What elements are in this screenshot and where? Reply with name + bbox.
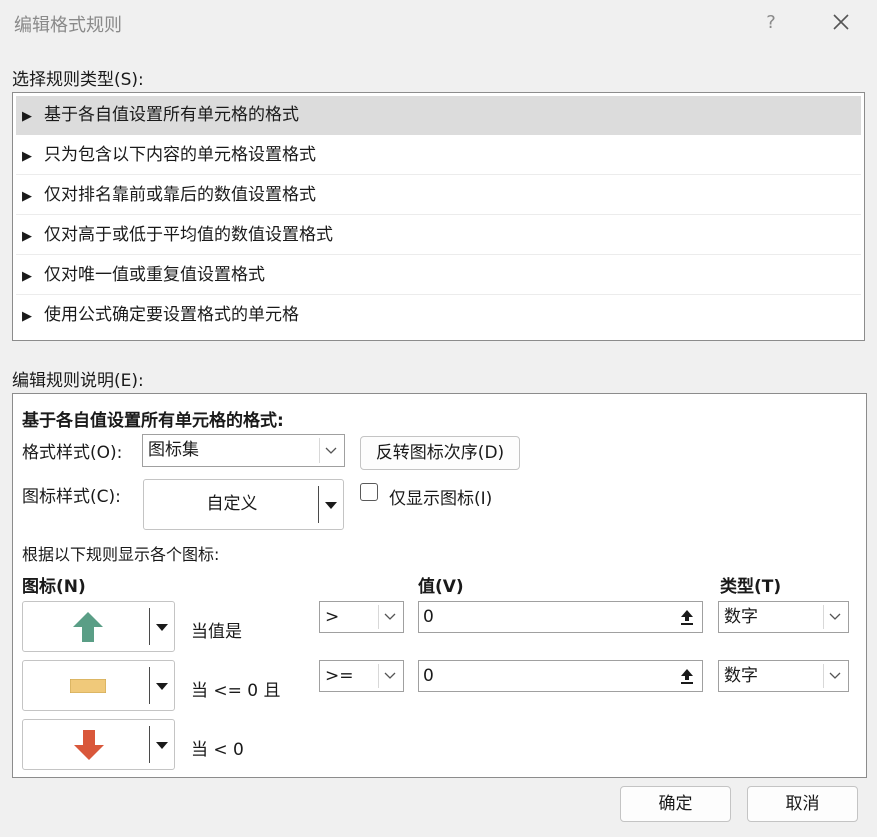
rule-desc-heading: 基于各自值设置所有单元格的格式: <box>22 411 284 431</box>
rule-type-item-label: 只为包含以下内容的单元格设置格式 <box>44 145 316 165</box>
close-button[interactable] <box>828 8 854 36</box>
rule-type-item-label: 仅对排名靠前或靠后的数值设置格式 <box>44 185 316 205</box>
column-header-icon: 图标(N) <box>22 577 86 597</box>
row1-type-value: 数字 <box>724 607 758 627</box>
chevron-down-icon <box>378 664 401 688</box>
rule-type-item[interactable]: ▶ 使用公式确定要设置格式的单元格 <box>16 296 861 335</box>
close-icon <box>833 14 849 30</box>
row1-operator-select[interactable]: > <box>319 601 404 633</box>
expand-arrow-icon: ▶ <box>22 309 32 324</box>
collapse-dialog-icon[interactable] <box>674 663 700 689</box>
icon-style-value: 自定义 <box>206 494 258 514</box>
column-header-type: 类型(T) <box>720 577 782 597</box>
rule-type-item-label: 基于各自值设置所有单元格的格式 <box>44 105 299 125</box>
format-style-label: 格式样式(O): <box>22 443 123 463</box>
yellow-bar-icon <box>70 679 106 693</box>
row1-value: 0 <box>423 607 434 627</box>
caret-down-icon <box>325 501 337 509</box>
rule-type-item-label: 仅对高于或低于平均值的数值设置格式 <box>44 225 333 245</box>
rule-type-list[interactable]: ▶ 基于各自值设置所有单元格的格式 ▶ 只为包含以下内容的单元格设置格式 ▶ 仅对排名… <box>12 92 865 341</box>
rule-type-label: 选择规则类型(S): <box>12 70 144 90</box>
row2-type-value: 数字 <box>724 666 758 686</box>
expand-arrow-icon: ▶ <box>22 149 32 164</box>
rule-type-item-label: 仅对唯一值或重复值设置格式 <box>44 265 265 285</box>
icon-select-row2[interactable] <box>22 660 175 711</box>
row1-type-select[interactable]: 数字 <box>718 601 849 633</box>
rule-type-item[interactable]: ▶ 仅对高于或低于平均值的数值设置格式 <box>16 216 861 255</box>
row1-operator-value: > <box>325 607 340 627</box>
chevron-down-icon <box>823 605 846 629</box>
rule-type-item[interactable]: ▶ 仅对排名靠前或靠后的数值设置格式 <box>16 176 861 215</box>
format-style-value: 图标集 <box>148 440 199 460</box>
caret-down-icon <box>156 623 168 631</box>
chevron-down-icon <box>319 438 342 463</box>
row2-type-select[interactable]: 数字 <box>718 660 849 692</box>
red-down-arrow-icon <box>74 730 104 760</box>
row3-condition: 当 < 0 <box>191 740 244 760</box>
row2-value-input[interactable]: 0 <box>418 660 703 692</box>
row1-value-input[interactable]: 0 <box>418 601 703 633</box>
row1-condition: 当值是 <box>191 622 242 642</box>
row2-value: 0 <box>423 666 434 686</box>
caret-down-icon <box>156 741 168 749</box>
column-header-value: 值(V) <box>418 577 464 597</box>
rule-desc-label: 编辑规则说明(E): <box>12 371 144 391</box>
show-icon-only-checkbox[interactable] <box>360 483 378 501</box>
rule-type-item-label: 使用公式确定要设置格式的单元格 <box>44 305 299 325</box>
row2-condition: 当 <= 0 且 <box>191 681 281 701</box>
rules-intro: 根据以下规则显示各个图标: <box>22 545 220 564</box>
collapse-dialog-icon[interactable] <box>674 604 700 630</box>
show-icon-only-label: 仅显示图标(I) <box>389 489 493 509</box>
ok-button[interactable]: 确定 <box>620 786 731 822</box>
caret-down-icon <box>156 682 168 690</box>
reverse-icon-order-button[interactable]: 反转图标次序(D) <box>360 436 520 470</box>
expand-arrow-icon: ▶ <box>22 109 32 124</box>
cancel-button[interactable]: 取消 <box>747 786 858 822</box>
chevron-down-icon <box>823 664 846 688</box>
rule-type-item[interactable]: ▶ 只为包含以下内容的单元格设置格式 <box>16 136 861 175</box>
icon-style-label: 图标样式(C): <box>22 487 121 507</box>
dialog-title: 编辑格式规则 <box>14 15 122 36</box>
chevron-down-icon <box>378 605 401 629</box>
rule-type-item[interactable]: ▶ 仅对唯一值或重复值设置格式 <box>16 256 861 295</box>
icon-style-select[interactable]: 自定义 <box>143 479 344 530</box>
icon-select-row3[interactable] <box>22 719 175 770</box>
title-bar <box>0 0 877 46</box>
expand-arrow-icon: ▶ <box>22 189 32 204</box>
help-button[interactable]: ? <box>760 10 782 36</box>
row2-operator-select[interactable]: >= <box>319 660 404 692</box>
expand-arrow-icon: ▶ <box>22 269 32 284</box>
expand-arrow-icon: ▶ <box>22 229 32 244</box>
icon-select-row1[interactable] <box>22 601 175 652</box>
green-up-arrow-icon <box>73 612 103 642</box>
rule-type-item[interactable]: ▶ 基于各自值设置所有单元格的格式 <box>16 96 861 135</box>
format-style-select[interactable]: 图标集 <box>142 434 345 467</box>
row2-operator-value: >= <box>325 666 354 686</box>
